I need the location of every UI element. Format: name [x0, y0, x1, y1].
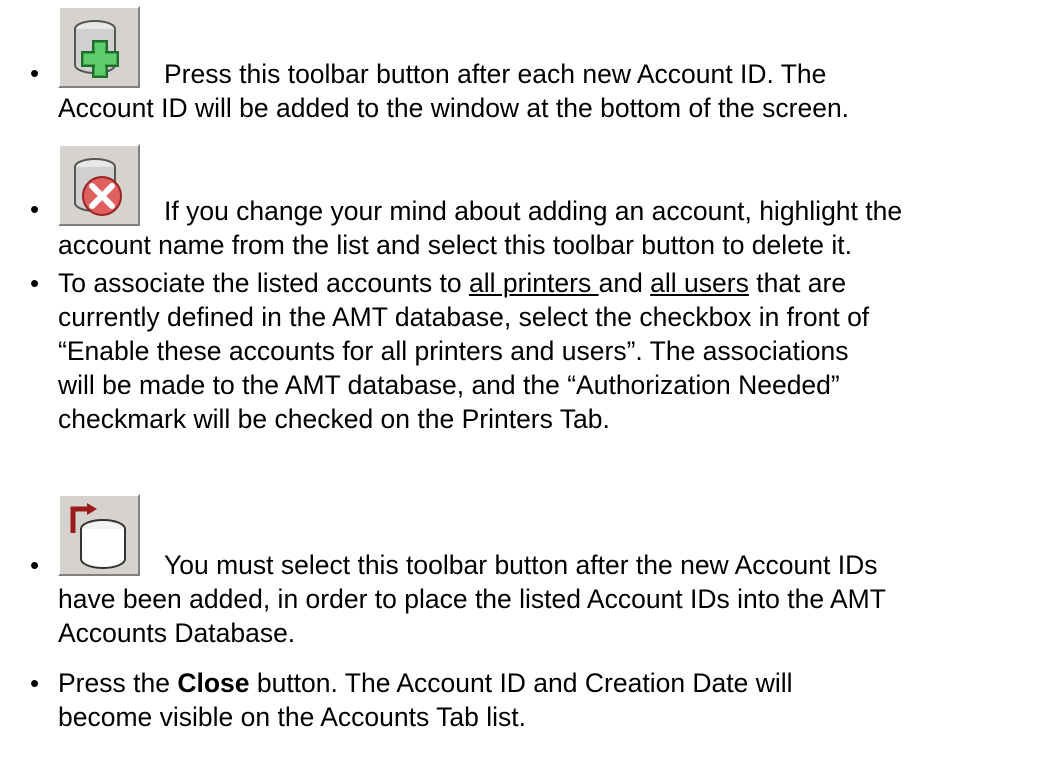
text-fragment: To associate the listed accounts to [58, 268, 469, 298]
item-text-line: If you change your mind about adding an … [164, 196, 903, 226]
list-item-close: • Press the Close button. The Account ID… [0, 666, 1063, 746]
database-delete-icon [58, 144, 140, 226]
database-export-icon [58, 494, 140, 576]
all-printers-text: all printers [468, 268, 599, 298]
item-text-line: Press the Close button. The Account ID a… [58, 666, 1058, 700]
bullet: • [30, 668, 40, 698]
text-fragment: and [598, 268, 651, 298]
text-fragment: that are [748, 268, 847, 298]
bullet: • [30, 268, 40, 298]
text-fragment: Press the [58, 668, 178, 698]
bullet: • [30, 58, 40, 88]
list-item-add-account: • Press this toolbar button after each n… [0, 0, 1063, 125]
item-text-line: To associate the listed accounts to all … [58, 266, 1058, 300]
item-text-line: become visible on the Accounts Tab list. [58, 702, 526, 732]
item-text-line: checkmark will be checked on the Printer… [58, 404, 610, 434]
list-item-associate-accounts: • To associate the listed accounts to al… [0, 266, 1063, 446]
list-item-delete-account: • If you change your mind about adding a… [0, 140, 1063, 260]
item-text-line: have been added, in order to place the l… [58, 584, 886, 614]
item-text-line: “Enable these accounts for all printers … [58, 336, 849, 366]
item-text-line: account name from the list and select th… [58, 230, 852, 260]
item-text-line: currently defined in the AMT database, s… [58, 302, 870, 332]
item-text-line: Accounts Database. [58, 618, 296, 648]
list-item-save-accounts: • You must select this toolbar button af… [0, 490, 1063, 660]
bullet: • [30, 194, 40, 224]
all-users-text: all users [650, 268, 749, 298]
item-text-line: will be made to the AMT database, and th… [58, 370, 840, 400]
text-fragment: button. The Account ID and Creation Date… [249, 668, 793, 698]
bullet: • [30, 550, 40, 580]
item-text-line: You must select this toolbar button afte… [164, 550, 878, 580]
item-text-line: Press this toolbar button after each new… [164, 59, 827, 89]
document-page: • Press this toolbar button after each n… [0, 0, 1063, 775]
database-add-icon [58, 6, 140, 88]
close-button-label: Close [177, 668, 250, 698]
item-text-line: Account ID will be added to the window a… [58, 93, 850, 123]
